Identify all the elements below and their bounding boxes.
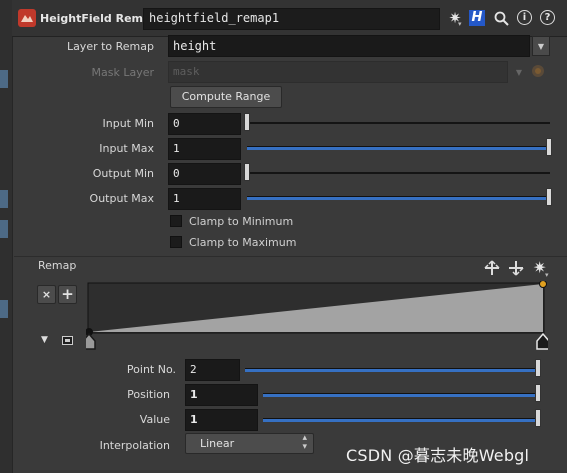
add-point-button[interactable]: + [58,285,77,304]
clamp-to-minimum-checkbox[interactable] [170,215,182,227]
output-min-field[interactable]: 0 [168,163,241,185]
output-max-field[interactable]: 1 [168,188,241,210]
remap-ramp-graph[interactable] [86,281,548,353]
interpolation-label: Interpolation [99,439,170,452]
position-label: Position [127,388,170,401]
interpolation-value: Linear [200,437,235,450]
input-min-slider-track[interactable] [247,122,550,124]
input-max-slider-track[interactable] [247,146,547,150]
output-min-slider-track[interactable] [247,172,550,174]
layer-to-remap-label: Layer to Remap [66,40,154,53]
ramp-distribute-icon[interactable] [508,260,524,276]
clamp-to-minimum-label: Clamp to Minimum [189,215,294,228]
position-slider-track[interactable] [263,393,535,397]
output-max-label: Output Max [89,192,154,205]
interpolation-arrows-icon: ▴ ▾ [302,433,307,452]
interpolation-dropdown[interactable]: Linear ▴ ▾ [185,433,314,454]
output-min-label: Output Min [92,167,154,180]
remap-label: Remap [38,259,77,272]
watermark-text: CSDN @暮志未晚Webgl [346,446,530,465]
ramp-spread-icon[interactable] [484,260,500,276]
output-max-slider-track[interactable] [247,196,547,200]
node-type-label: HeightField Remap [40,12,159,25]
input-max-label: Input Max [99,142,154,155]
input-min-label: Input Min [102,117,155,130]
point-number-label: Point No. [126,363,176,376]
panel-tab-marker [0,190,8,208]
help-h-icon[interactable]: H [468,9,486,27]
input-min-field[interactable]: 0 [168,113,241,135]
node-type-icon [18,9,36,27]
node-name-field[interactable]: heightfield_remap1 [143,8,440,30]
input-max-slider-handle[interactable] [546,138,552,156]
value-label: Value [139,413,170,426]
panel-tab-marker [0,220,8,238]
ramp-options-arrow-icon[interactable]: ▼ [41,335,48,345]
output-min-slider-handle[interactable] [244,163,250,181]
section-divider [14,256,567,257]
point-number-field[interactable]: 2 [185,359,240,381]
output-max-slider-handle[interactable] [546,188,552,206]
layer-dropdown-button[interactable]: ▼ [532,36,550,56]
value-slider-track[interactable] [263,418,535,422]
value-field[interactable]: 1 [185,409,258,431]
panel-tab-marker [0,300,8,318]
point-number-slider-handle[interactable] [535,359,541,377]
input-min-slider-handle[interactable] [244,113,250,131]
ramp-point-2[interactable] [539,281,547,288]
ramp-link-icon[interactable] [62,336,73,345]
compute-range-button[interactable]: Compute Range [170,86,282,108]
gear-menu-arrow-icon: ▾ [458,20,462,28]
mask-layer-label: Mask Layer [91,66,155,79]
mask-layer-picker-icon[interactable] [531,64,545,78]
search-icon[interactable] [492,9,510,27]
point-number-slider-track[interactable] [245,368,535,372]
info-icon[interactable]: i [517,10,532,25]
layer-to-remap-field[interactable]: height [168,35,530,57]
input-max-field[interactable]: 1 [168,138,241,160]
left-panel-strip [0,0,13,473]
panel-tab-marker [0,70,8,88]
position-field[interactable]: 1 [185,384,258,406]
value-slider-handle[interactable] [535,409,541,427]
ramp-key-marker-1[interactable] [86,332,96,350]
clamp-to-maximum-label: Clamp to Maximum [189,236,297,249]
help-icon[interactable]: ? [540,10,555,25]
ramp-gear-menu-arrow-icon: ▾ [545,271,549,279]
delete-point-button[interactable]: × [37,285,56,304]
position-slider-handle[interactable] [535,384,541,402]
clamp-to-maximum-checkbox[interactable] [170,236,182,248]
mask-layer-field[interactable]: mask [168,61,508,83]
ramp-key-marker-2[interactable] [536,332,548,350]
mask-dropdown-button[interactable]: ▼ [510,62,528,82]
